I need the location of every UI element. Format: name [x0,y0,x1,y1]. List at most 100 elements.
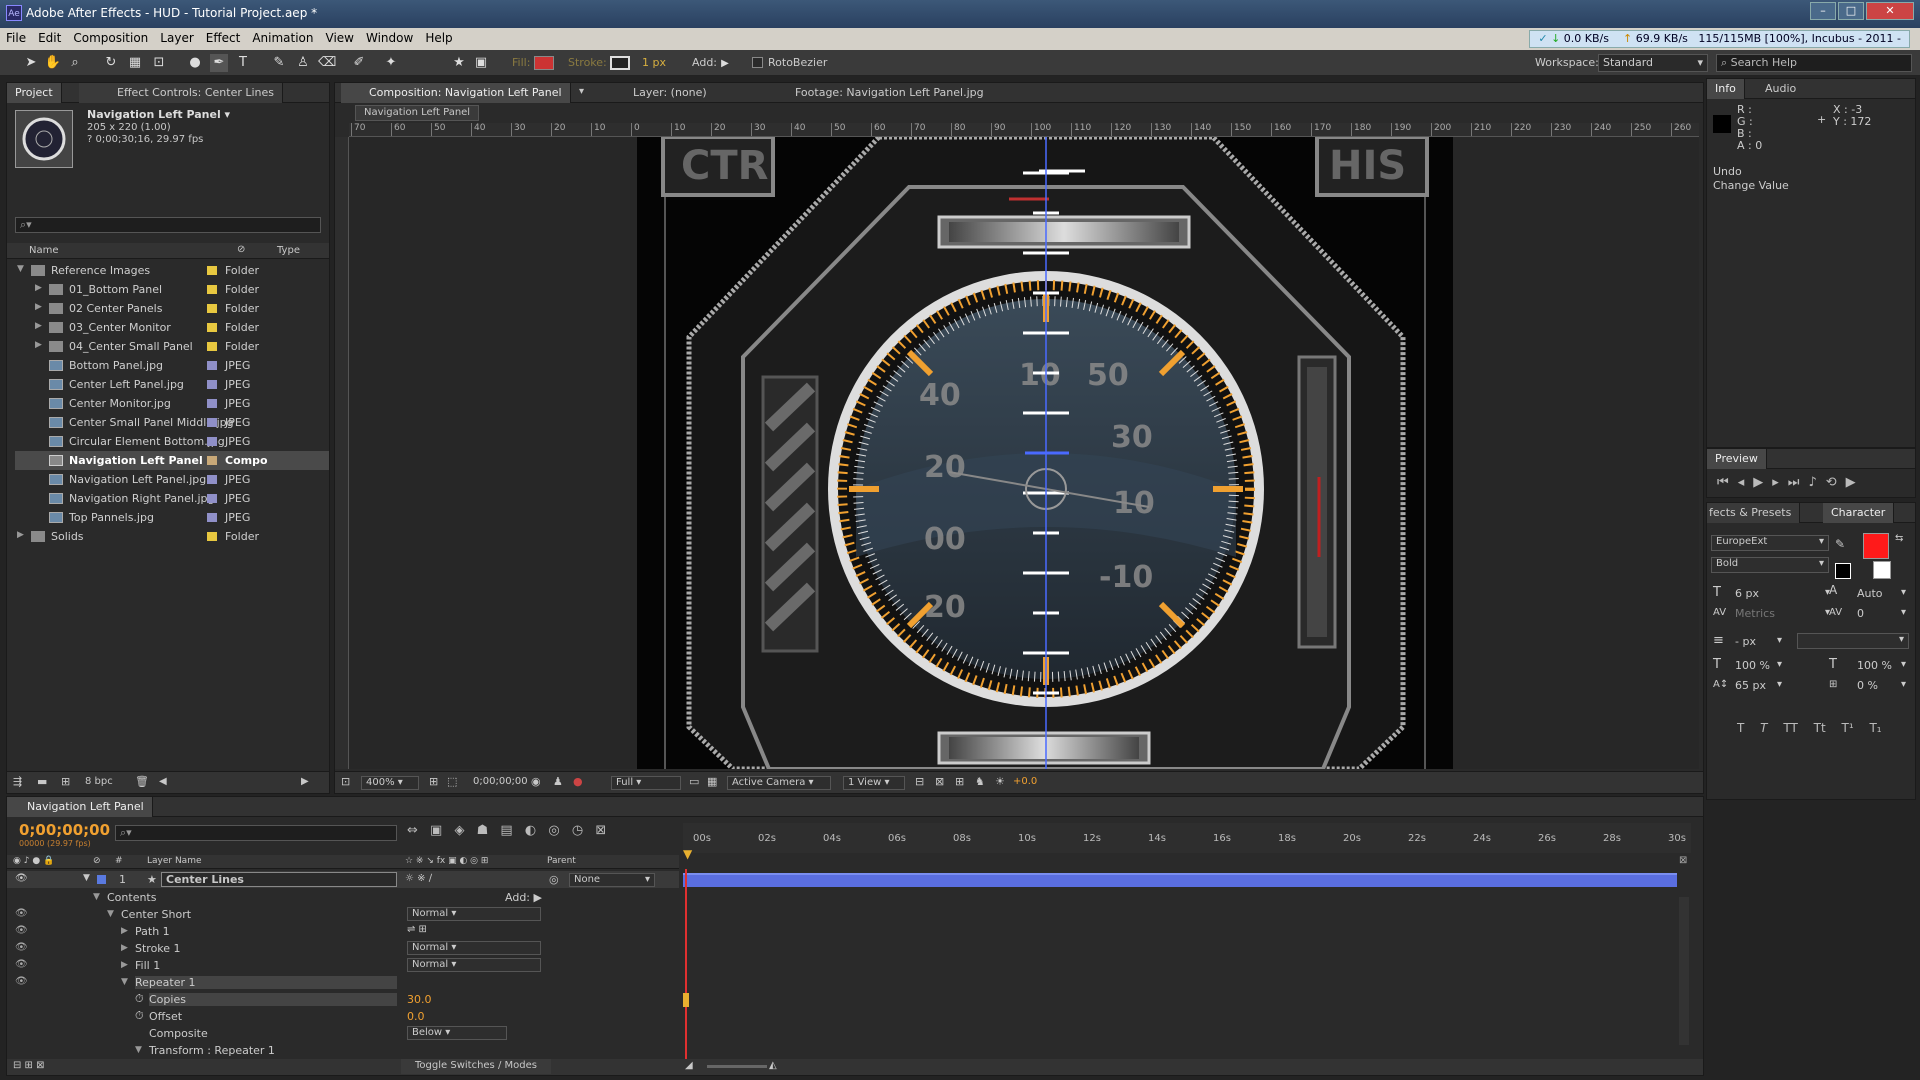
menu-effect[interactable]: Effect [200,28,247,48]
property-row[interactable]: 👁 ▶ Stroke 1 Normal ▾ [7,940,687,957]
toggle-switches-modes-button[interactable]: Toggle Switches / Modes [401,1059,551,1074]
twirl-icon[interactable]: ▶ [35,283,42,293]
blend-mode-select[interactable]: Below ▾ [407,1026,507,1040]
audio-icon[interactable]: ♪ [1808,475,1825,490]
comp-button-icon[interactable]: ⊠ [1679,855,1697,869]
font-family-select[interactable]: EuropeExt ▾ [1711,535,1829,551]
project-item-row[interactable]: Center Small Panel Middle.jpg JPEG [15,413,329,432]
twirl-icon[interactable]: ▼ [93,892,100,902]
label-color-chip[interactable] [207,437,217,446]
label-color-chip[interactable] [207,266,217,275]
interpret-footage-icon[interactable]: ⇶ [13,775,22,788]
menu-edit[interactable]: Edit [32,28,67,48]
layer-switches[interactable]: ☼ ※ ∕ [405,873,432,884]
rotobezier-checkbox[interactable] [752,57,763,68]
property-row[interactable]: ▼ Transform : Repeater 1 [7,1042,687,1059]
zoom-out-icon[interactable]: ◢ [685,1060,693,1071]
layer-label-color[interactable] [97,875,106,884]
magnification-select[interactable]: 400% ▾ [361,776,419,790]
property-row[interactable]: ⏱ Offset 0.0 [7,1008,687,1025]
twirl-icon[interactable]: ▼ [135,1045,142,1055]
label-color-chip[interactable] [207,513,217,522]
exposure-value[interactable]: +0.0 [1013,776,1037,787]
property-row[interactable]: 👁 ▼ Repeater 1 [7,974,687,991]
clone-stamp-tool-icon[interactable]: ♙ [294,54,312,72]
property-row[interactable]: 👁 ▼ Center Short Normal ▾ [7,906,687,923]
type-tool-icon[interactable]: T [234,54,252,72]
add-property-menu[interactable]: Add: ▶ [505,891,542,904]
blend-mode-select[interactable]: Normal ▾ [407,941,541,955]
camera-view-select[interactable]: Active Camera ▾ [727,776,831,790]
label-color-chip[interactable] [207,304,217,313]
stroke-width-value[interactable]: - px [1735,635,1756,648]
pan-behind-tool-icon[interactable]: ⊡ [150,54,168,72]
project-item-name[interactable]: Navigation Left Panel ▾ [87,108,230,121]
property-row[interactable]: 👁 ▶ Fill 1 Normal ▾ [7,957,687,974]
label-color-chip[interactable] [207,285,217,294]
label-color-chip[interactable] [207,323,217,332]
menu-help[interactable]: Help [419,28,458,48]
twirl-icon[interactable]: ▼ [17,264,24,274]
search-help-input[interactable]: ⌕ Search Help [1716,54,1912,72]
layer-duration-bar[interactable] [683,873,1677,887]
graph-editor-icon[interactable]: ⊠ [595,823,606,838]
twirl-icon[interactable]: ▶ [35,321,42,331]
superscript-button[interactable]: T¹ [1842,721,1854,735]
vertical-scale-value[interactable]: 100 % [1735,659,1770,672]
brainstorm-icon[interactable]: ◎ [548,823,559,838]
add-menu-arrow-icon[interactable]: ▶ [716,55,734,73]
composition-mini-flowchart-icon[interactable]: ⇔ [407,823,418,838]
label-column-icon[interactable]: ⊘ [93,856,101,866]
faux-bold-button[interactable]: T [1737,721,1744,735]
fast-previews-icon[interactable]: ▭ [689,775,699,788]
project-item-row[interactable]: ▶ 04_Center Small Panel Folder [15,337,329,356]
path-direction-icon[interactable]: ⇌ ⊞ [407,924,427,935]
fill-color-swatch[interactable] [534,56,554,70]
camera-tool-icon[interactable]: ▦ [126,54,144,72]
menu-layer[interactable]: Layer [154,28,199,48]
subscript-button[interactable]: T₁ [1869,721,1881,735]
region-of-interest-icon[interactable]: ⬚ [447,775,457,788]
zoom-in-icon[interactable]: ◭ [769,1060,777,1071]
transparency-grid-icon[interactable]: ▦ [707,775,717,788]
twirl-icon[interactable]: ▼ [107,909,114,919]
project-item-row[interactable]: Center Left Panel.jpg JPEG [15,375,329,394]
column-parent[interactable]: Parent [547,856,576,866]
menu-view[interactable]: View [320,28,360,48]
property-row[interactable]: 👁 ▶ Path 1 ⇌ ⊞ [7,923,687,940]
composition-breadcrumb[interactable]: Navigation Left Panel [355,105,480,121]
chevron-down-icon[interactable]: ▾ [1777,635,1782,646]
column-layer-name[interactable]: Layer Name [147,856,202,866]
tab-info[interactable]: Info [1707,79,1745,99]
column-name[interactable]: Name [29,245,59,256]
minimize-icon[interactable]: – [1810,2,1836,20]
eye-icon[interactable]: 👁 [15,942,28,954]
twirl-icon[interactable]: ▼ [121,977,128,987]
zoom-slider[interactable] [707,1065,767,1068]
twirl-down-icon[interactable]: ▼ [83,873,90,883]
roto-brush-tool-icon[interactable]: ✐ [350,54,368,72]
layer-row[interactable]: 👁 ▼ 1 ★ Center Lines ☼ ※ ∕ ◎ None ▾ [7,871,679,888]
current-time-display[interactable]: 0;00;00;00 [469,776,528,790]
project-item-row[interactable]: ▶ 03_Center Monitor Folder [15,318,329,337]
menu-composition[interactable]: Composition [67,28,154,48]
chevron-down-icon[interactable]: ▾ [579,86,584,97]
expand-panes-icon[interactable]: ⊟ ⊞ ⊠ [13,1060,45,1071]
label-column-icon[interactable]: ⊘ [237,244,245,255]
chevron-down-icon[interactable]: ▾ [1901,679,1906,690]
safe-margins-icon[interactable]: ⊞ [429,775,438,788]
tab-composition[interactable]: Composition: Navigation Left Panel [341,83,571,103]
tab-project[interactable]: Project [7,83,62,103]
live-update-icon[interactable]: ▣ [430,823,442,838]
hand-tool-icon[interactable]: ✋ [44,54,62,72]
tab-audio[interactable]: Audio [1757,79,1804,99]
blend-mode-select[interactable]: Normal ▾ [407,958,541,972]
project-item-row[interactable]: ▼ Reference Images Folder [15,261,329,280]
project-item-row[interactable]: Bottom Panel.jpg JPEG [15,356,329,375]
text-fill-color-swatch[interactable] [1863,533,1889,559]
chevron-down-icon[interactable]: ▾ [1901,607,1906,618]
new-composition-icon[interactable]: ⊞ [61,775,70,788]
new-folder-icon[interactable]: ▬ [37,775,47,788]
tab-footage[interactable]: Footage: Navigation Left Panel.jpg [755,83,992,103]
playhead-icon[interactable]: ▼ [683,847,697,861]
